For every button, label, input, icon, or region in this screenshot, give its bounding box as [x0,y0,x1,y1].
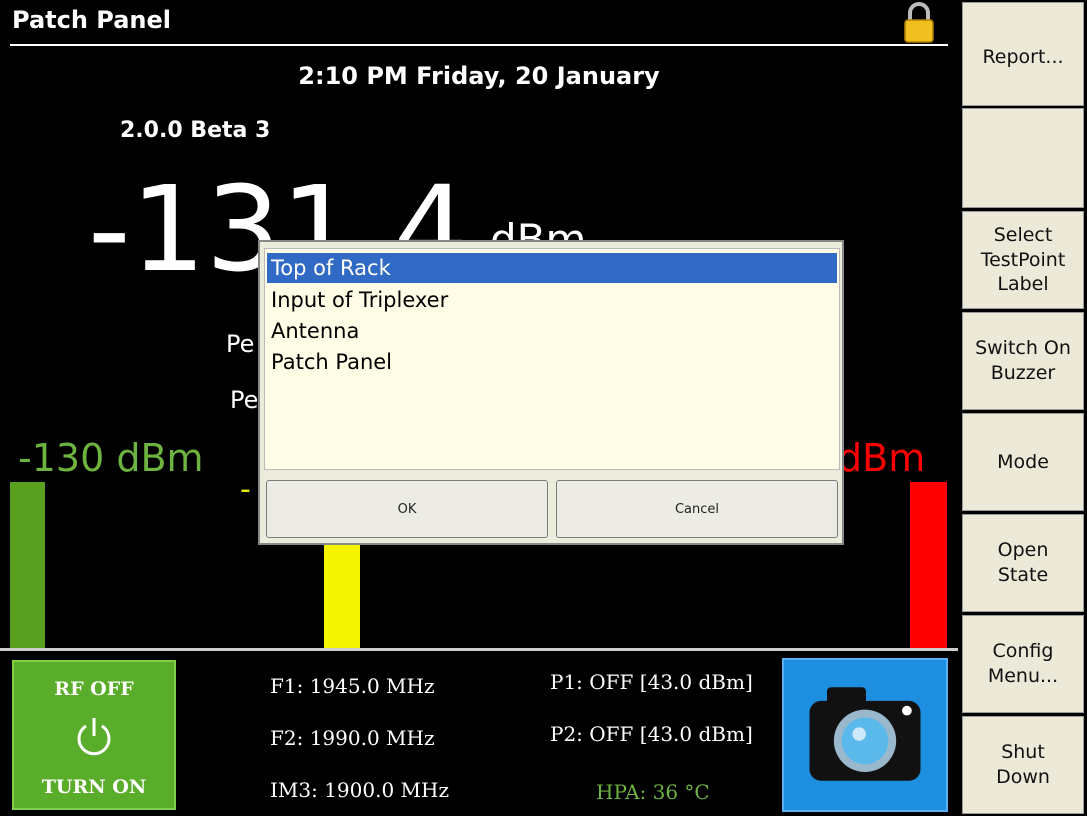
title-bar: Patch Panel [0,0,958,48]
report-button[interactable]: Report... [962,2,1084,106]
meter-high-bar [910,482,947,648]
p2-power: P2: OFF [43.0 dBm] [550,722,753,746]
meter-low-label: -130 dBm [18,436,204,480]
mode-button[interactable]: Mode [962,413,1084,511]
f1-frequency: F1: 1945.0 MHz [270,674,435,698]
meter-low-bar [10,482,45,648]
cancel-button[interactable]: Cancel [556,480,838,538]
p1-power: P1: OFF [43.0 dBm] [550,670,753,694]
rf-action-label: TURN ON [41,776,147,798]
bottom-divider [0,648,958,651]
list-item-input-of-triplexer[interactable]: Input of Triplexer [267,285,837,315]
list-item-patch-panel[interactable]: Patch Panel [267,347,837,377]
meter-high-label: dBm [838,436,926,480]
switch-on-buzzer-button[interactable]: Switch On Buzzer [962,312,1084,410]
shut-down-button[interactable]: Shut Down [962,716,1084,814]
camera-icon [809,687,921,781]
open-state-button[interactable]: Open State [962,514,1084,612]
partial-label: Pe [230,386,259,414]
ok-button[interactable]: OK [266,480,548,538]
version-label: 2.0.0 Beta 3 [120,118,271,143]
blank-sidebar-button[interactable] [962,108,1084,208]
list-item-antenna[interactable]: Antenna [267,316,837,346]
title-divider [10,44,948,46]
padlock-icon[interactable] [902,2,936,44]
list-item-top-of-rack[interactable]: Top of Rack [267,253,837,283]
power-icon [77,718,111,756]
meter-level-bar [324,540,360,648]
datetime-display: 2:10 PM Friday, 20 January [298,62,660,90]
window-title: Patch Panel [12,6,172,34]
rf-toggle-button[interactable]: RF OFF TURN ON [12,660,176,810]
meter-mid-label: - [240,472,251,507]
rf-state-label: RF OFF [54,678,134,700]
config-menu-button[interactable]: Config Menu... [962,615,1084,713]
hpa-temperature: HPA: 36 °C [596,780,710,804]
f2-frequency: F2: 1990.0 MHz [270,726,435,750]
im3-frequency: IM3: 1900.0 MHz [270,778,449,802]
testpoint-label-dialog: Top of Rack Input of Triplexer Antenna P… [258,240,844,545]
testpoint-list: Top of Rack Input of Triplexer Antenna P… [264,248,840,470]
select-testpoint-label-button[interactable]: Select TestPoint Label [962,211,1084,309]
camera-button[interactable] [782,658,948,812]
partial-label: Pe [226,330,255,358]
